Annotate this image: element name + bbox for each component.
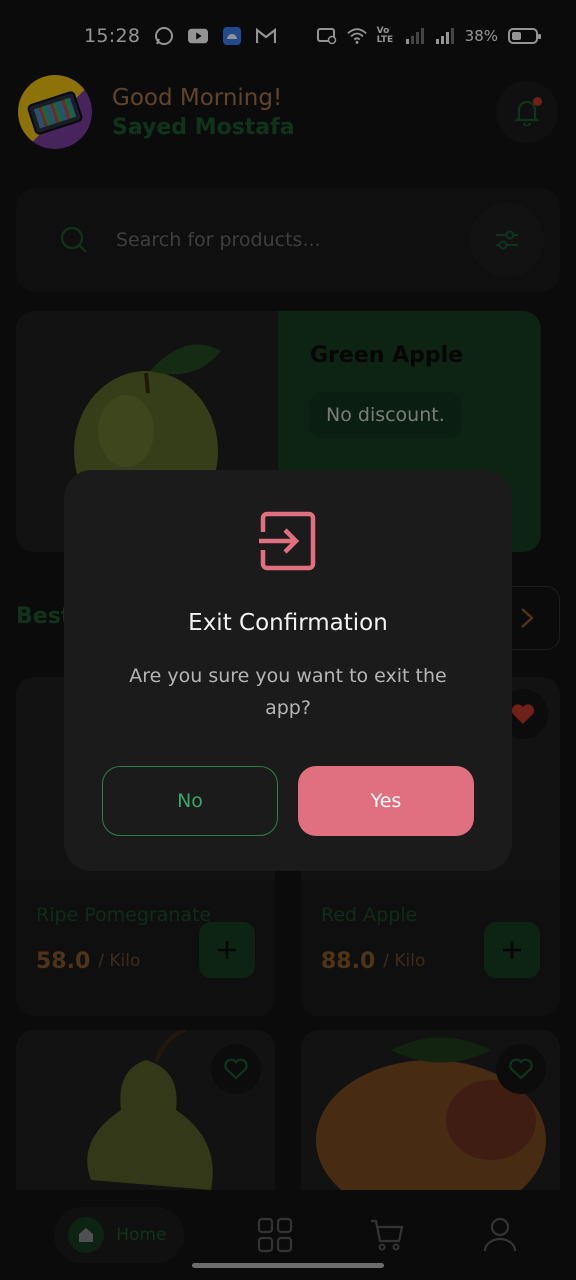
dialog-actions: No Yes — [102, 766, 474, 836]
dialog-title: Exit Confirmation — [188, 610, 388, 636]
no-button[interactable]: No — [102, 766, 278, 836]
exit-dialog: Exit Confirmation Are you sure you want … — [64, 470, 512, 871]
dialog-message: Are you sure you want to exit the app? — [129, 665, 447, 719]
exit-icon — [257, 510, 319, 572]
yes-button[interactable]: Yes — [298, 766, 474, 836]
